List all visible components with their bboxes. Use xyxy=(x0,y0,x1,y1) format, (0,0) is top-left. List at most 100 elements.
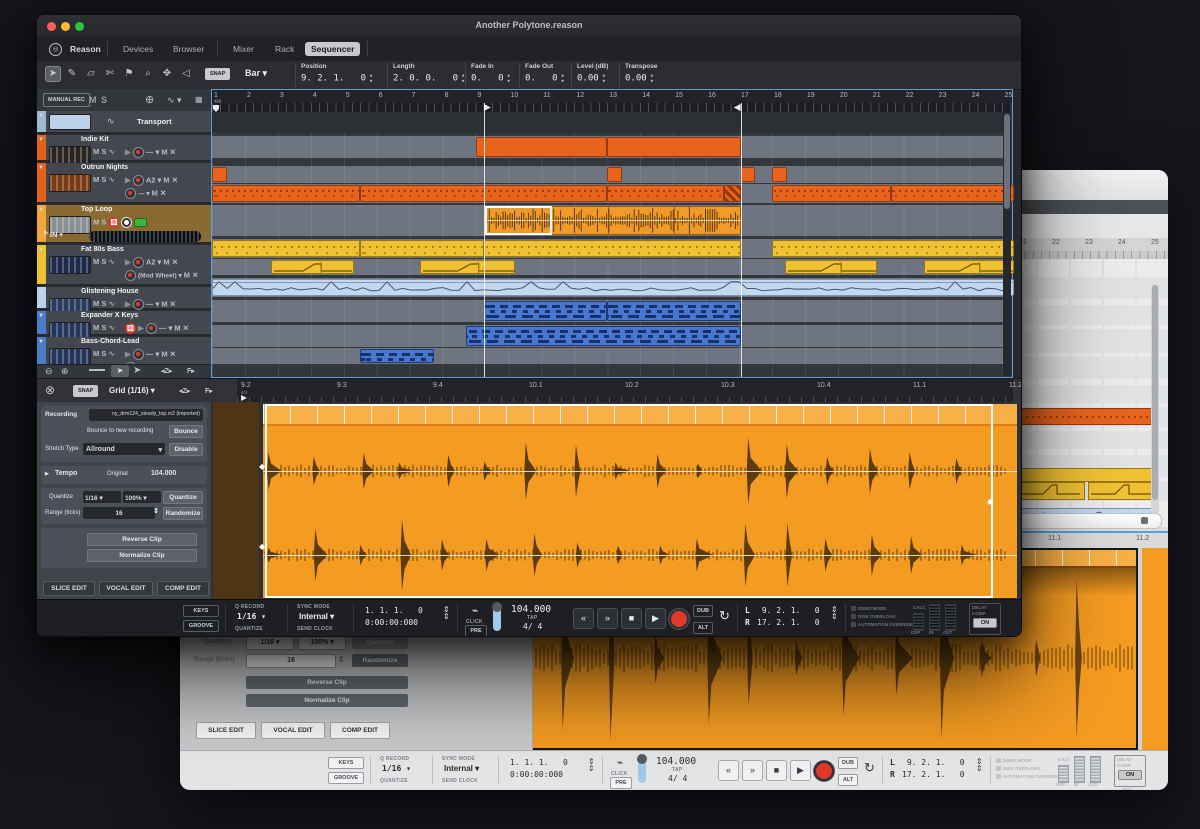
lane-mute[interactable]: M xyxy=(184,270,190,279)
editor-grid-dropdown[interactable]: Grid (1/16) ▾ xyxy=(109,386,155,395)
track-fold-icon[interactable]: ▼ xyxy=(38,339,44,345)
tempo-display[interactable]: 104.000 xyxy=(656,756,696,767)
outrun-hits-lane[interactable] xyxy=(212,166,1003,183)
field-value[interactable]: 0.00▴▾ xyxy=(577,72,621,84)
tab-devices[interactable]: Devices xyxy=(117,42,159,56)
razor-tool-icon[interactable]: ✄ xyxy=(102,66,118,82)
left-locator-value[interactable]: 9. 2. 1. 0 xyxy=(902,758,965,767)
lane-delete[interactable]: ✕ xyxy=(170,349,176,358)
back-clip-ramp[interactable] xyxy=(1018,482,1085,500)
back-vertical-scrollbar[interactable] xyxy=(1151,285,1159,515)
automation-icon[interactable]: ∿ xyxy=(108,147,114,156)
close-editor-icon[interactable]: ⊗ xyxy=(45,383,55,397)
clip[interactable] xyxy=(212,279,1014,296)
back-quantize-value[interactable]: 1/16 ▾ xyxy=(246,636,294,650)
field-value[interactable]: 0.00▴▾ xyxy=(625,72,681,84)
rec-source[interactable]: — ▾ xyxy=(146,147,159,156)
clip[interactable] xyxy=(607,167,622,182)
bcl-sub-lane[interactable] xyxy=(212,348,1003,364)
selected-clip-region[interactable] xyxy=(485,206,553,235)
zoom-in-icon[interactable]: ⊕ xyxy=(61,366,69,377)
quantize-button[interactable]: Quantize xyxy=(163,491,203,504)
track-solo[interactable]: S xyxy=(101,299,106,308)
q-record-value[interactable]: 1/16 ▾ xyxy=(237,612,266,621)
back-randomize-button[interactable]: Randomize xyxy=(352,654,408,667)
range-value-field[interactable]: 16 xyxy=(83,507,155,519)
automation-icon[interactable]: ∿ xyxy=(108,349,114,358)
back-reverse-clip-button[interactable]: Reverse Clip xyxy=(246,676,408,689)
stop-button[interactable]: ■ xyxy=(621,608,642,629)
selection-border[interactable] xyxy=(265,404,993,598)
expander-lane[interactable] xyxy=(212,300,1003,322)
right-locator-value[interactable]: 17. 2. 1. 0 xyxy=(902,770,965,779)
disable-button[interactable]: Disable xyxy=(169,443,203,456)
sync-mode-value[interactable]: Internal ▾ xyxy=(299,612,334,621)
edit-mode-tab-vocal[interactable]: VOCAL EDIT xyxy=(99,581,153,596)
field-value[interactable]: 2. 0. 0. 0▴▾ xyxy=(393,72,467,84)
clip[interactable] xyxy=(772,167,787,182)
lane-mute[interactable]: M xyxy=(161,147,167,156)
field-value[interactable]: 0. 0▴▾ xyxy=(471,72,521,84)
clip[interactable] xyxy=(360,349,434,363)
editor-zoom-f[interactable]: F▸ xyxy=(205,387,213,395)
tab-browser[interactable]: Browser xyxy=(167,42,210,56)
record-arm-icon[interactable] xyxy=(146,323,157,334)
bar-ruler[interactable]: 1234567891011121314151617181920212223242… xyxy=(212,90,1012,103)
delay-comp-on-button[interactable]: ON xyxy=(1118,770,1142,780)
rec-source[interactable]: — ▾ xyxy=(146,299,159,308)
track-size-large-icon[interactable]: ➤ xyxy=(133,365,141,376)
clip[interactable] xyxy=(607,301,740,321)
track-mute[interactable]: M xyxy=(93,299,99,308)
clip[interactable] xyxy=(484,240,741,257)
top-loop-lane[interactable] xyxy=(212,205,1003,236)
bcl-main-lane[interactable] xyxy=(212,325,1003,347)
lane-label[interactable]: — ▾ xyxy=(138,190,150,197)
track-solo[interactable]: S xyxy=(101,323,106,332)
clip[interactable] xyxy=(360,240,484,257)
position-steppers[interactable]: ⇕⇕ xyxy=(443,606,450,620)
track-size-medium-icon[interactable]: ➤ xyxy=(111,365,129,377)
ruler-tick-strip[interactable] xyxy=(212,103,1012,112)
clip[interactable] xyxy=(212,167,227,182)
track-expander-x-keys[interactable]: ▼Expander X KeysM S ∿⚄▶ — ▾ M ✕ xyxy=(37,311,211,336)
snap-mode-dropdown[interactable]: Bar ▾ xyxy=(245,68,267,79)
back-quantize-strength[interactable]: 100% ▾ xyxy=(298,636,346,650)
tempo-fold-icon[interactable]: ▶ xyxy=(45,471,49,477)
toolbar-snap-button[interactable]: SNAP xyxy=(205,68,230,80)
rec-source[interactable]: A2 ▾ xyxy=(146,257,161,266)
track-fold-icon[interactable]: ▼ xyxy=(38,207,44,213)
click-metronome-icon[interactable]: ⌁ xyxy=(467,604,483,618)
glistening-lane[interactable] xyxy=(212,278,1003,297)
tempo-value[interactable]: 104.000 xyxy=(151,470,176,477)
stretch-type-dropdown[interactable]: Allround▾ xyxy=(83,443,165,455)
dice-icon[interactable]: ⚄ xyxy=(125,323,136,334)
lane-play-icon[interactable]: ▶ xyxy=(125,349,131,358)
automation-icon[interactable]: ∿ xyxy=(108,299,114,308)
stepper-icon[interactable]: ▴▾ xyxy=(507,72,511,84)
keys-button[interactable]: KEYS xyxy=(183,605,219,617)
mute-tool-icon[interactable]: ⚑ xyxy=(121,66,137,82)
track-mute[interactable]: M xyxy=(93,175,99,184)
back-audio-clip-next[interactable] xyxy=(1142,548,1168,750)
track-solo[interactable]: S xyxy=(101,349,106,358)
track-solo[interactable]: S xyxy=(101,217,106,226)
slider-knob[interactable] xyxy=(637,754,647,764)
zoom-f-control[interactable]: F▸ xyxy=(187,367,195,375)
hand-tool-icon[interactable]: ✥ xyxy=(159,66,175,82)
sync-mode-value[interactable]: Internal ▾ xyxy=(444,764,479,773)
normalize-clip-button[interactable]: Normalize Clip xyxy=(87,549,197,562)
tab-rack[interactable]: Rack xyxy=(269,42,300,56)
lane-delete[interactable]: ✕ xyxy=(170,299,176,308)
stepper-icon[interactable]: ▴▾ xyxy=(561,72,565,84)
track-solo[interactable]: S xyxy=(101,175,106,184)
record-arm-icon[interactable] xyxy=(125,270,136,281)
automation-icon[interactable]: ∿ xyxy=(108,175,114,184)
record-arm-icon[interactable] xyxy=(133,175,144,186)
clip[interactable] xyxy=(476,137,608,157)
click-level-slider[interactable] xyxy=(493,604,501,631)
clip-right-handle[interactable]: ◆ xyxy=(987,497,993,506)
back-quantize-button[interactable]: Quantize xyxy=(352,636,408,649)
clip[interactable] xyxy=(724,185,740,202)
automation-icon[interactable]: ∿ xyxy=(108,323,114,332)
track-transport[interactable]: ▼Transport∿ xyxy=(37,111,211,134)
